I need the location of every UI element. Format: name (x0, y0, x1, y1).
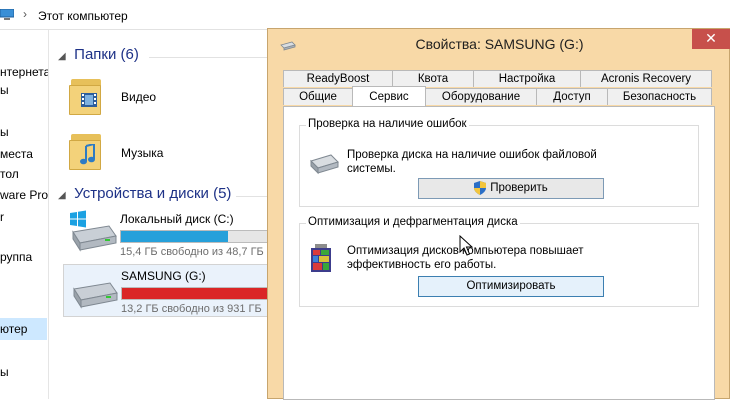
drive-name: Локальный диск (C:) (120, 212, 234, 226)
nav-item[interactable]: места (0, 147, 33, 161)
navigation-pane: нтернета ы ы места тол ware Pro F r рупп… (0, 30, 49, 399)
drive-free-space: 15,4 ГБ свободно из 48,7 ГБ (120, 246, 264, 258)
optimize-button-label: Оптимизировать (466, 280, 556, 292)
tab-quota[interactable]: Квота (392, 70, 474, 87)
folders-group-header[interactable]: ◢ Папки (6) (58, 46, 139, 63)
optimize-group: Оптимизация и дефрагментация диска Оптим… (299, 216, 699, 307)
defrag-icon (311, 244, 331, 272)
collapse-arrow-icon[interactable]: ◢ (58, 190, 70, 201)
drive-usage-fill (122, 288, 278, 299)
breadcrumb-current[interactable]: Этот компьютер (38, 9, 128, 23)
folder-icon-music[interactable] (69, 128, 103, 170)
optimize-group-label: Оптимизация и дефрагментация диска (306, 216, 520, 228)
drive-usage-fill (121, 231, 229, 242)
properties-dialog: Свойства: SAMSUNG (G:) ✕ ReadyBoost Квот… (267, 28, 730, 400)
nav-item[interactable]: ы (0, 365, 9, 379)
close-button[interactable]: ✕ (692, 29, 730, 49)
nav-item[interactable]: тол (0, 167, 19, 181)
error-check-description: Проверка диска на наличие ошибок файлово… (347, 149, 597, 175)
windows-logo-icon (70, 210, 86, 228)
error-check-group-label: Проверка на наличие ошибок (306, 118, 469, 130)
drive-item-g[interactable]: SAMSUNG (G:) 13,2 ГБ свободно из 931 ГБ (63, 264, 281, 317)
tab-row-front: Общие Сервис Оборудование Доступ Безопас… (283, 86, 715, 106)
nav-item[interactable]: нтернета (0, 65, 48, 79)
drive-usage-bar (121, 287, 281, 300)
tab-customize[interactable]: Настройка (473, 70, 581, 87)
tab-sharing[interactable]: Доступ (536, 88, 608, 105)
folder-icon-video[interactable] (69, 73, 103, 115)
drives-group-title: Устройства и диски (5) (74, 185, 232, 202)
folders-group-title: Папки (6) (74, 46, 139, 63)
tab-hardware[interactable]: Оборудование (425, 88, 537, 105)
error-check-group: Проверка на наличие ошибок Проверка диск… (299, 118, 699, 207)
nav-item-this-pc[interactable]: ютер (0, 318, 47, 340)
check-button[interactable]: Проверить (418, 178, 604, 199)
uac-shield-icon (474, 180, 487, 195)
content-area: ◢ Папки (6) Видео Музыка ◢ Устройства и … (49, 30, 281, 399)
group-divider (149, 57, 279, 58)
nav-item[interactable]: ы (0, 83, 9, 97)
drive-free-space: 13,2 ГБ свободно из 931 ГБ (121, 303, 262, 315)
tab-general[interactable]: Общие (283, 88, 353, 105)
nav-item[interactable]: ware Pro F (0, 188, 48, 202)
mouse-cursor-icon (459, 235, 473, 256)
nav-item[interactable]: ы (0, 125, 9, 139)
collapse-arrow-icon[interactable]: ◢ (58, 51, 70, 62)
music-note-icon (80, 144, 95, 165)
tab-panel-tools: Проверка на наличие ошибок Проверка диск… (283, 106, 715, 400)
address-bar[interactable]: › Этот компьютер (0, 0, 730, 30)
optimize-description: Оптимизация дисков компьютера повышает э… (347, 245, 584, 271)
tab-acronis-recovery[interactable]: Acronis Recovery (580, 70, 712, 87)
tab-row-back: ReadyBoost Квота Настройка Acronis Recov… (283, 70, 715, 87)
nav-item[interactable]: руппа (0, 250, 32, 264)
breadcrumb-separator[interactable]: › (23, 7, 27, 21)
folder-label-video[interactable]: Видео (121, 90, 156, 104)
folder-label-music[interactable]: Музыка (121, 146, 163, 160)
check-button-label: Проверить (490, 182, 548, 194)
drive-usage-bar (120, 230, 280, 243)
computer-icon (0, 9, 14, 20)
hard-drive-icon (73, 282, 118, 309)
drives-group-header[interactable]: ◢ Устройства и диски (5) (58, 185, 231, 202)
film-icon (81, 93, 97, 107)
tab-tools[interactable]: Сервис (352, 86, 426, 106)
tab-security[interactable]: Безопасность (607, 88, 712, 105)
tab-readyboost[interactable]: ReadyBoost (283, 70, 393, 87)
drive-item-c[interactable]: Локальный диск (C:) 15,4 ГБ свободно из … (63, 208, 280, 258)
drive-name: SAMSUNG (G:) (121, 269, 206, 283)
disk-check-icon (310, 154, 339, 175)
dialog-title: Свойства: SAMSUNG (G:) (415, 36, 584, 52)
nav-item[interactable]: r (0, 210, 4, 224)
optimize-button[interactable]: Оптимизировать (418, 276, 604, 297)
